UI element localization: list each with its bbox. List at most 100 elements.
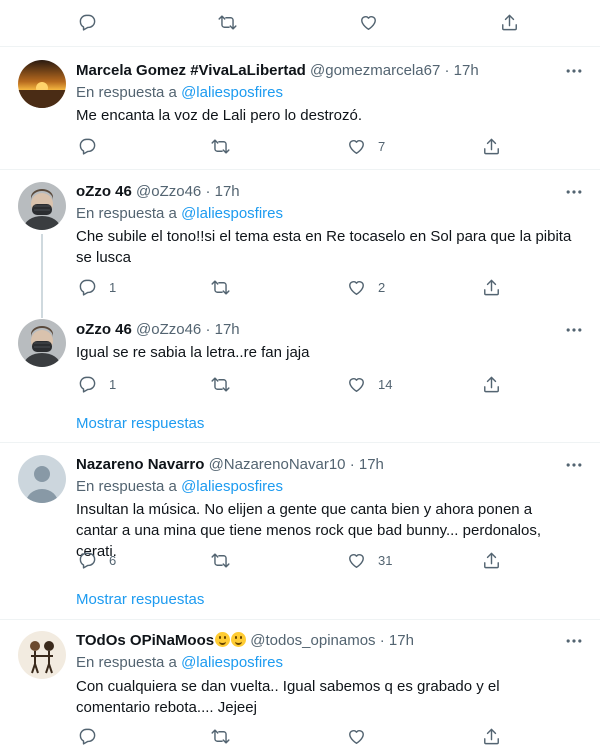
reply-button[interactable]: 1 [78, 374, 116, 394]
like-count: 14 [378, 376, 393, 392]
like-count: 2 [378, 279, 386, 295]
tweet-text: Insultan la música. No elijen a gente qu… [76, 501, 542, 560]
reply-prefix: En respuesta a [76, 478, 177, 495]
retweet-button[interactable] [211, 726, 242, 746]
retweet-button[interactable] [211, 277, 242, 297]
display-name[interactable]: oZzo 46 [76, 183, 132, 200]
share-button[interactable] [482, 726, 501, 746]
more-options-button[interactable] [564, 182, 584, 202]
separator: · [444, 62, 450, 79]
mention-link[interactable]: @laliesposfires [181, 654, 283, 671]
separator: · [379, 632, 385, 649]
mention-link[interactable]: @laliesposfires [181, 205, 283, 222]
timestamp[interactable]: 17h [215, 321, 240, 338]
share-icon [484, 376, 499, 392]
reply-prefix: En respuesta a [76, 205, 177, 222]
reply-button[interactable]: 1 [78, 277, 116, 297]
retweet-button[interactable] [218, 12, 249, 32]
retweet-icon [218, 14, 237, 30]
share-icon [484, 728, 499, 744]
reply-context: En respuesta a @laliesposfires [76, 653, 283, 673]
tweet-header: Nazareno Navarro @NazarenoNavar10 · 17h [76, 455, 384, 475]
more-icon [566, 328, 582, 332]
heart-icon [361, 15, 376, 30]
timestamp[interactable]: 17h [359, 456, 384, 473]
reply-icon [79, 552, 96, 569]
like-button[interactable]: 31 [347, 550, 392, 570]
more-options-button[interactable] [564, 320, 584, 340]
reply-icon [79, 728, 96, 745]
heart-icon [349, 729, 364, 744]
display-name[interactable]: TOdOs OPiNaMoos [76, 632, 214, 649]
share-icon [484, 138, 499, 154]
reply-button[interactable] [78, 12, 109, 32]
user-handle[interactable]: @oZzo46 [136, 321, 201, 338]
avatar[interactable] [18, 319, 66, 367]
more-icon [566, 639, 582, 643]
more-options-button[interactable] [564, 455, 584, 475]
more-icon [566, 190, 582, 194]
more-options-button[interactable] [564, 631, 584, 651]
tweet-header: Marcela Gomez #VivaLaLibertad @gomezmarc… [76, 61, 479, 81]
avatar[interactable] [18, 182, 66, 230]
like-button[interactable]: 14 [347, 374, 392, 394]
tweet-text: Igual se re sabia la letra..re fan jaja [76, 344, 310, 361]
share-button[interactable] [500, 12, 519, 32]
display-name[interactable]: Nazareno Navarro [76, 456, 204, 473]
separator: · [205, 183, 211, 200]
reply-icon [79, 279, 96, 296]
divider [0, 442, 600, 443]
more-icon [566, 69, 582, 73]
retweet-button[interactable] [211, 550, 242, 570]
share-icon [484, 279, 499, 295]
share-icon [484, 552, 499, 568]
heart-icon [349, 377, 364, 392]
like-count: 7 [378, 138, 386, 154]
mention-link[interactable]: @laliesposfires [181, 84, 283, 101]
avatar[interactable] [18, 455, 66, 503]
avatar[interactable] [18, 60, 66, 108]
tweet-header: oZzo 46 @oZzo46 · 17h [76, 320, 240, 340]
retweet-button[interactable] [211, 374, 242, 394]
tweet-header: oZzo 46 @oZzo46 · 17h [76, 182, 240, 202]
reply-count: 6 [109, 552, 117, 568]
share-button[interactable] [482, 277, 501, 297]
reply-prefix: En respuesta a [76, 84, 177, 101]
timestamp[interactable]: 17h [454, 62, 479, 79]
share-button[interactable] [482, 374, 501, 394]
user-handle[interactable]: @oZzo46 [136, 183, 201, 200]
show-replies-link[interactable]: Mostrar respuestas [76, 590, 204, 610]
display-name[interactable]: oZzo 46 [76, 321, 132, 338]
separator: · [349, 456, 355, 473]
reply-button[interactable] [78, 136, 109, 156]
reply-icon [79, 14, 96, 31]
heart-icon [349, 280, 364, 295]
share-button[interactable] [482, 550, 501, 570]
divider [0, 619, 600, 620]
timestamp[interactable]: 17h [389, 632, 414, 649]
reply-icon [79, 138, 96, 155]
user-handle[interactable]: @todos_opinamos [250, 632, 375, 649]
reply-button[interactable] [78, 726, 109, 746]
tweet-header: TOdOs OPiNaMoos @todos_opinamos · 17h [76, 631, 414, 651]
reply-context: En respuesta a @laliesposfires [76, 477, 283, 497]
retweet-icon [211, 138, 230, 154]
reply-button[interactable]: 6 [78, 550, 116, 570]
retweet-button[interactable] [211, 136, 242, 156]
like-button[interactable] [347, 726, 378, 746]
like-button[interactable] [359, 12, 390, 32]
avatar[interactable] [18, 631, 66, 679]
user-handle[interactable]: @NazarenoNavar10 [209, 456, 346, 473]
user-handle[interactable]: @gomezmarcela67 [310, 62, 440, 79]
share-button[interactable] [482, 136, 501, 156]
display-name[interactable]: Marcela Gomez #VivaLaLibertad [76, 62, 306, 79]
like-button[interactable]: 7 [347, 136, 385, 156]
reply-prefix: En respuesta a [76, 654, 177, 671]
more-options-button[interactable] [564, 61, 584, 81]
show-replies-link[interactable]: Mostrar respuestas [76, 414, 204, 434]
mention-link[interactable]: @laliesposfires [181, 478, 283, 495]
retweet-icon [211, 552, 230, 568]
like-button[interactable]: 2 [347, 277, 385, 297]
timestamp[interactable]: 17h [215, 183, 240, 200]
reply-context: En respuesta a @laliesposfires [76, 204, 283, 224]
